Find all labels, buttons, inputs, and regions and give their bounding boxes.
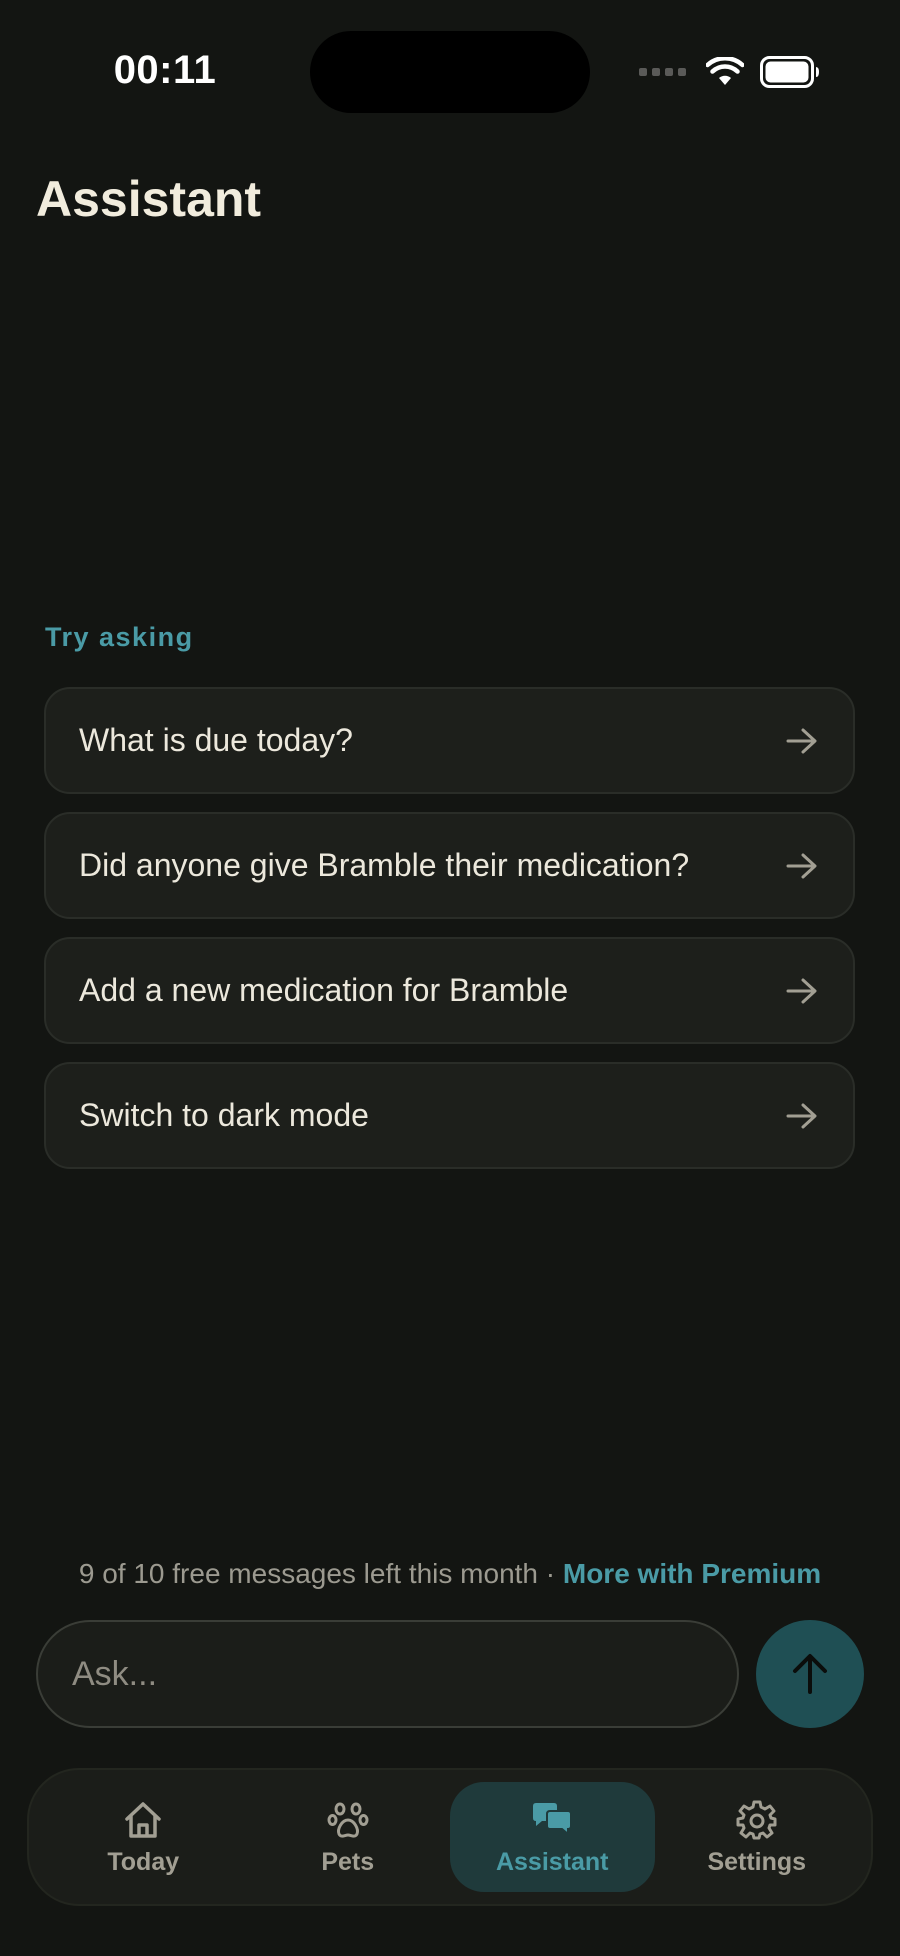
try-asking-label: Try asking <box>45 622 194 652</box>
suggestion-add-medication[interactable]: Add a new medication for Bramble <box>44 937 855 1044</box>
arrow-right-icon <box>786 1103 817 1128</box>
tab-pets[interactable]: Pets <box>246 1782 451 1892</box>
arrow-right-icon <box>786 853 817 878</box>
tab-label: Pets <box>321 1847 375 1876</box>
assistant-screen: 00:11 Assistant Try asking What is due t… <box>0 0 900 1956</box>
status-time: 00:11 <box>113 48 217 92</box>
tab-settings[interactable]: Settings <box>655 1782 860 1892</box>
gear-icon <box>736 1800 777 1839</box>
arrow-right-icon <box>786 978 817 1003</box>
status-icons <box>639 54 820 90</box>
premium-link[interactable]: More with Premium <box>563 1558 821 1589</box>
suggestion-text: Add a new medication for Bramble <box>79 972 569 1008</box>
suggestion-text: What is due today? <box>79 722 353 758</box>
suggestion-list: What is due today? Did anyone give Bramb… <box>44 687 855 1187</box>
tab-today[interactable]: Today <box>41 1782 246 1892</box>
ask-input[interactable] <box>36 1620 739 1728</box>
suggestion-due-today[interactable]: What is due today? <box>44 687 855 794</box>
chat-bubbles-icon <box>533 1802 573 1836</box>
tab-label: Assistant <box>495 1847 609 1876</box>
tab-label: Today <box>107 1847 180 1876</box>
suggestion-bramble-medication-given[interactable]: Did anyone give Bramble their medication… <box>44 812 855 919</box>
cellular-signal-icon <box>639 68 686 76</box>
suggestion-dark-mode[interactable]: Switch to dark mode <box>44 1062 855 1169</box>
dynamic-island <box>310 31 590 113</box>
suggestion-text: Switch to dark mode <box>79 1097 369 1133</box>
arrow-up-icon <box>793 1654 827 1694</box>
wifi-icon <box>706 57 744 85</box>
send-button[interactable] <box>756 1620 864 1728</box>
message-quota: 9 of 10 free messages left this month · … <box>0 1558 900 1590</box>
tab-bar: Today Pets Assistant Settings <box>27 1768 873 1906</box>
tab-assistant[interactable]: Assistant <box>450 1782 655 1892</box>
battery-icon <box>760 56 819 88</box>
arrow-right-icon <box>786 728 817 753</box>
paw-icon <box>327 1802 369 1838</box>
quota-text: 9 of 10 free messages left this month · <box>78 1558 563 1589</box>
tab-label: Settings <box>707 1847 807 1876</box>
house-icon <box>125 1801 161 1838</box>
page-title: Assistant <box>36 171 262 227</box>
suggestion-text: Did anyone give Bramble their medication… <box>79 847 690 883</box>
